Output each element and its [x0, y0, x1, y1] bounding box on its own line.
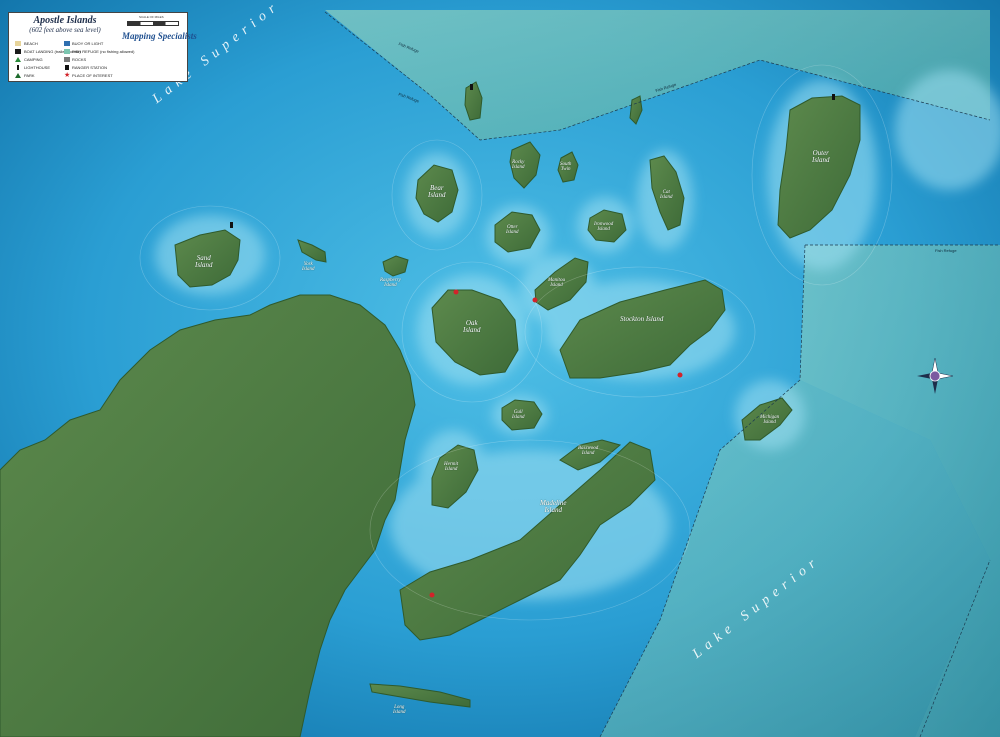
- scale-bar: [127, 21, 179, 26]
- fish-refuge-icon: [64, 49, 70, 54]
- island-label-basswood: Basswood Island: [578, 446, 599, 456]
- island-label-stockton: Stockton Island: [620, 315, 664, 323]
- brand-logo: Mapping Specialists: [122, 31, 197, 41]
- legend-rocks: ROCKS: [72, 57, 87, 62]
- legend-buoy: BUOY OR LIGHT: [72, 41, 104, 46]
- island-label-gull: Gull Island: [512, 410, 525, 420]
- legend-beach: BEACH: [24, 41, 38, 46]
- compass-rose: [917, 357, 954, 394]
- island-label-sand: Sand Island: [195, 254, 213, 269]
- island-label-outer: Outer Island: [812, 149, 830, 164]
- island-label-bear: Bear Island: [428, 184, 446, 199]
- lighthouse-icon: [17, 65, 19, 70]
- place-of-interest-marker: [532, 297, 538, 303]
- park-icon: [15, 73, 21, 78]
- island-label-york: York Island: [302, 262, 315, 272]
- boat-landing-icon: [15, 49, 21, 54]
- island-label-cat: Cat Island: [660, 190, 673, 200]
- island-label-ironwood: Ironwood Island: [594, 222, 614, 232]
- lake-map: [0, 0, 1000, 737]
- legend-ranger-station: RANGER STATION: [72, 65, 107, 70]
- lighthouse-marker: [832, 94, 835, 100]
- island-label-hermit: Hermit Island: [444, 462, 459, 472]
- legend-park: PARK: [24, 73, 35, 78]
- ranger-station-icon: [65, 65, 69, 70]
- buoy-icon: [64, 41, 70, 46]
- island-label-rocky: Rocky Island: [512, 160, 525, 170]
- beach-icon: [15, 41, 21, 46]
- island-label-madeline: Madeline Island: [540, 499, 567, 514]
- rocks-icon: [64, 57, 70, 62]
- place-of-interest-icon: ★: [64, 71, 71, 79]
- legend-title: Apostle Islands: [33, 15, 97, 26]
- fish-refuge-label: Fish Refuge: [935, 248, 957, 253]
- lighthouse-marker: [470, 84, 473, 90]
- island-label-manitou: Manitou Island: [548, 278, 565, 288]
- scale-label: SCALE OF MILES: [139, 15, 164, 19]
- place-of-interest-marker: [429, 592, 435, 598]
- island-label-otter: Otter Island: [506, 225, 519, 235]
- legend-lighthouse: LIGHTHOUSE: [24, 65, 51, 70]
- camping-icon: [15, 57, 21, 62]
- island-label-long: Long Island: [393, 705, 406, 715]
- island-label-michigan: Michigan Island: [760, 415, 780, 425]
- place-of-interest-marker: [677, 372, 683, 378]
- legend-place-of-interest: PLACE OF INTEREST: [72, 73, 113, 78]
- legend-fish-refuge: FISH REFUGE (no fishing allowed): [72, 49, 135, 54]
- island-label-south-twin: South Twin: [560, 162, 572, 172]
- lighthouse-marker: [230, 222, 233, 228]
- island-label-oak: Oak Island: [463, 319, 481, 334]
- map-legend: Apostle Islands (602 feet above sea leve…: [8, 12, 197, 82]
- place-of-interest-marker: [453, 289, 459, 295]
- legend-subtitle: (602 feet above sea level): [29, 26, 101, 34]
- legend-camping: CAMPING: [24, 57, 43, 62]
- island-label-raspberry: Raspberry Island: [380, 278, 401, 288]
